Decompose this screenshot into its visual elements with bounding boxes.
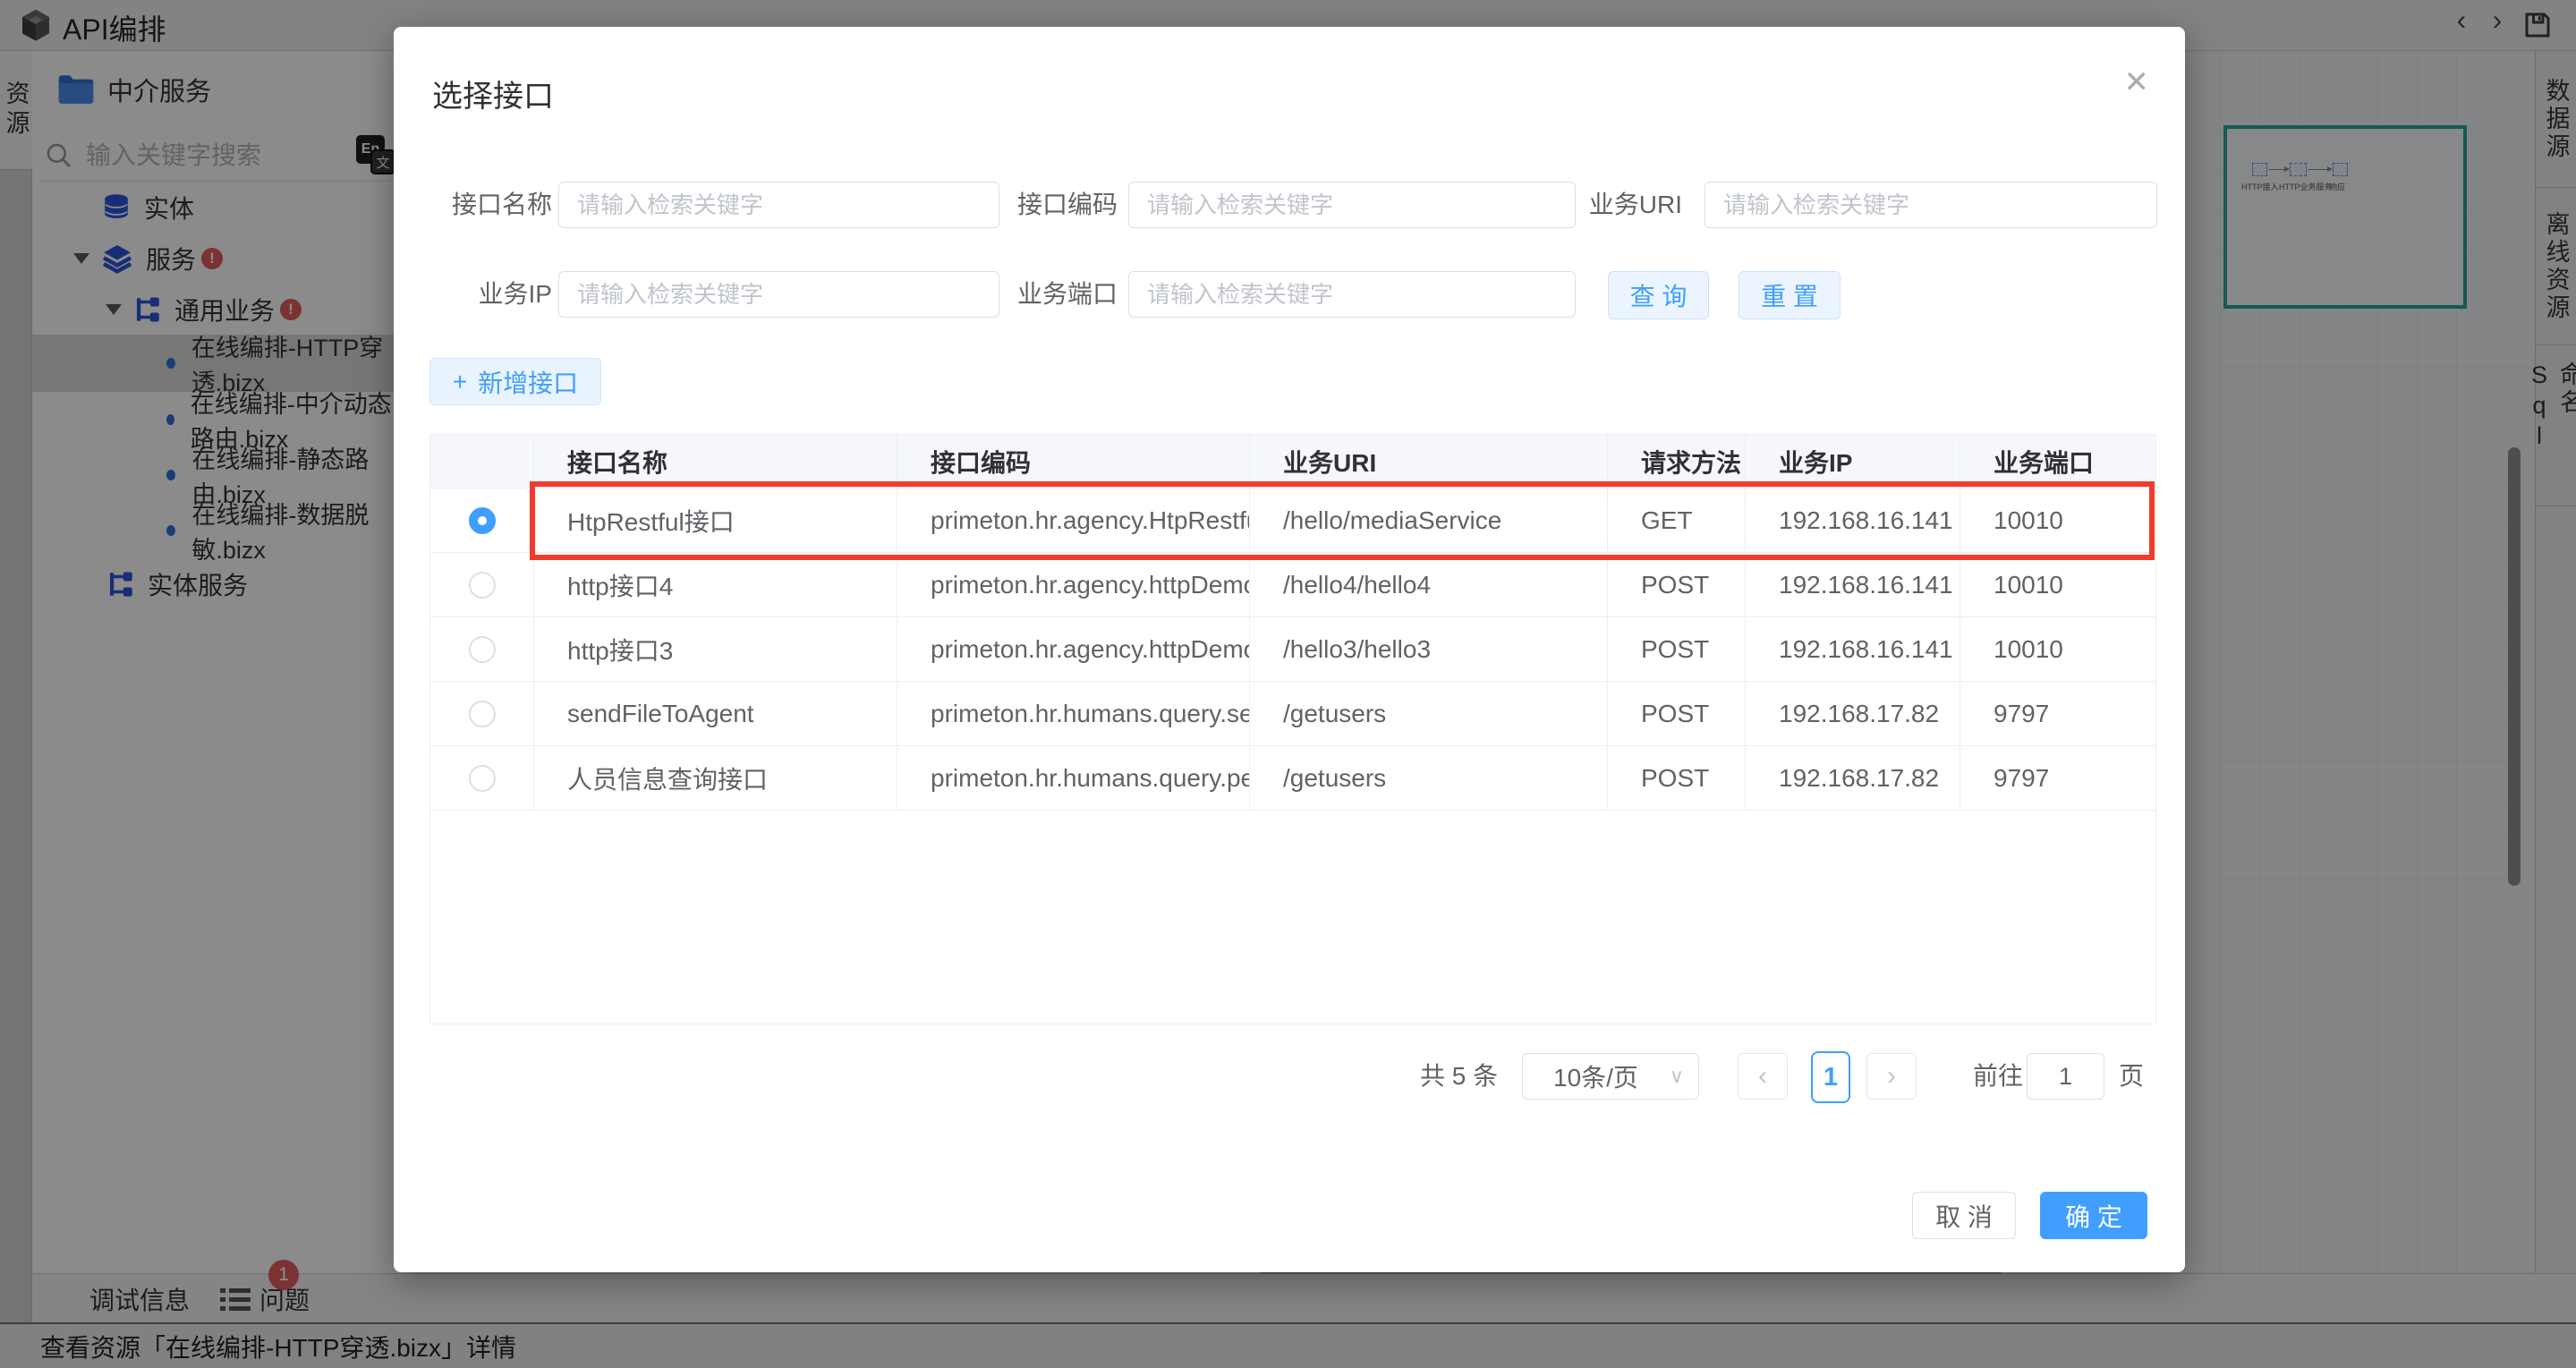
filter-port-label: 业务端口 [995,271,1118,318]
cell-method: POST [1608,682,1746,745]
cell-code: primeton.hr.agency.httpDemo3 [897,617,1250,681]
page-size-value: 10条/页 [1553,1058,1638,1094]
column-header: 业务URI [1250,435,1608,488]
filter-port-input[interactable] [1128,271,1576,318]
filter-name-input[interactable] [558,182,999,228]
column-header: 接口名称 [534,435,897,488]
cell-name: HtpRestful接口 [534,489,897,552]
cell-name: 人员信息查询接口 [534,746,897,810]
filter-code-label: 接口编码 [995,182,1118,228]
select-interface-dialog: 选择接口 ✕ 接口名称 接口编码 业务URI 业务IP 业务端口 查 询 重 置… [394,27,2185,1272]
next-page-button[interactable]: › [1866,1053,1917,1100]
table-row[interactable]: sendFileToAgent primeton.hr.humans.query… [430,682,2155,746]
filter-ip-input[interactable] [558,271,999,318]
cell-ip: 192.168.17.82 [1746,682,1960,745]
cell-name: http接口4 [534,553,897,616]
cell-uri: /hello/mediaService [1250,489,1608,552]
filter-code-input[interactable] [1128,182,1576,228]
cell-port: 10010 [1960,553,2155,616]
prev-page-button[interactable]: ‹ [1738,1053,1788,1100]
chevron-down-icon: ∨ [1670,1065,1684,1088]
cell-code: primeton.hr.agency.HtpRestful [897,489,1250,552]
cell-ip: 192.168.17.82 [1746,746,1960,810]
cell-name: sendFileToAgent [534,682,897,745]
cell-ip: 192.168.16.141 [1746,617,1960,681]
goto-page-input[interactable] [2027,1053,2104,1100]
goto-label: 前往 [1973,1051,2023,1101]
close-icon[interactable]: ✕ [2124,64,2150,100]
cell-ip: 192.168.16.141 [1746,553,1960,616]
cell-name: http接口3 [534,617,897,681]
page-size-select[interactable]: 10条/页 ∨ [1522,1053,1699,1100]
column-header: 业务端口 [1960,435,2155,488]
add-interface-button[interactable]: + 新增接口 [429,358,601,405]
column-header: 请求方法 [1608,435,1746,488]
table-row[interactable]: 人员信息查询接口 primeton.hr.humans.query.pers..… [430,746,2155,811]
cell-port: 9797 [1960,746,2155,810]
cell-method: POST [1608,617,1746,681]
cell-port: 9797 [1960,682,2155,745]
column-header: 业务IP [1746,435,1960,488]
filter-ip-label: 业务IP [429,271,552,318]
search-button[interactable]: 查 询 [1608,271,1709,319]
row-radio-3[interactable] [469,701,496,727]
dialog-title: 选择接口 [432,72,554,115]
cell-method: POST [1608,553,1746,616]
filter-name-label: 接口名称 [429,182,552,228]
add-interface-label: 新增接口 [478,364,578,400]
app-root: API编排 ‹ › 资源 中介服务 En 文 [0,0,2576,1368]
cell-method: POST [1608,746,1746,810]
table-row[interactable]: http接口3 primeton.hr.agency.httpDemo3 /he… [430,617,2155,682]
current-page-button[interactable]: 1 [1811,1051,1850,1103]
cell-code: primeton.hr.humans.query.send... [897,682,1250,745]
cell-method: GET [1608,489,1746,552]
filter-uri-label: 业务URI [1584,182,1682,228]
cell-code: primeton.hr.agency.httpDemo4 [897,553,1250,616]
interface-table: 接口名称 接口编码 业务URI 请求方法 业务IP 业务端口 HtpRestfu… [429,434,2156,1024]
pagination: 共 5 条 10条/页 ∨ ‹ 1 › 前往 页 [394,1051,2156,1105]
row-radio-2[interactable] [469,636,496,663]
table-header-row: 接口名称 接口编码 业务URI 请求方法 业务IP 业务端口 [430,435,2155,489]
plus-icon: + [453,368,467,396]
filter-uri-input[interactable] [1705,182,2157,228]
cell-uri: /getusers [1250,746,1608,810]
cell-ip: 192.168.16.141 [1746,489,1960,552]
cell-port: 10010 [1960,489,2155,552]
cell-port: 10010 [1960,617,2155,681]
cell-uri: /getusers [1250,682,1608,745]
cancel-button[interactable]: 取 消 [1912,1192,2016,1239]
total-count: 共 5 条 [1420,1051,1498,1101]
table-row[interactable]: HtpRestful接口 primeton.hr.agency.HtpRestf… [430,489,2155,553]
cell-code: primeton.hr.humans.query.pers... [897,746,1250,810]
row-radio-0[interactable] [469,507,496,534]
cell-uri: /hello4/hello4 [1250,553,1608,616]
cell-uri: /hello3/hello3 [1250,617,1608,681]
row-radio-1[interactable] [469,572,496,599]
page-unit-label: 页 [2119,1051,2144,1101]
table-row[interactable]: http接口4 primeton.hr.agency.httpDemo4 /he… [430,553,2155,617]
column-header: 接口编码 [897,435,1250,488]
reset-button[interactable]: 重 置 [1739,271,1841,319]
confirm-button[interactable]: 确 定 [2040,1192,2147,1239]
row-radio-4[interactable] [469,765,496,792]
radio-column-header [430,435,534,488]
